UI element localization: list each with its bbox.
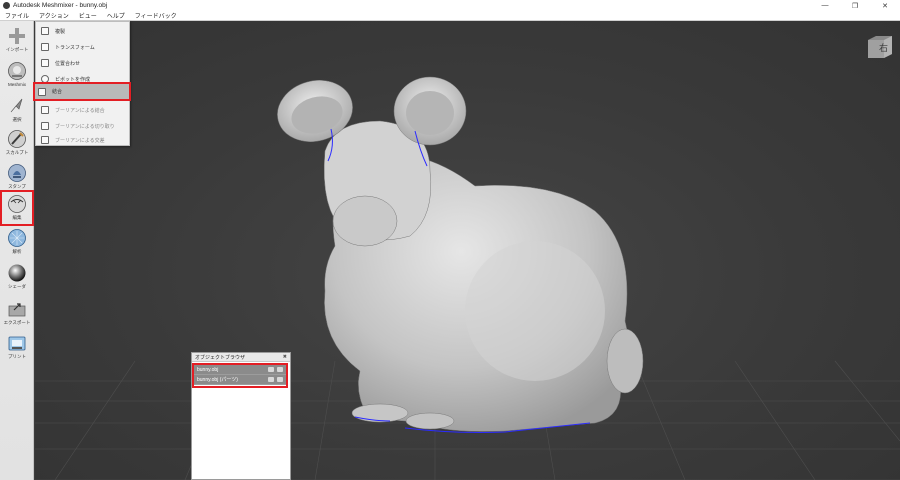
tool-shader-label: シェーダ: [8, 284, 26, 289]
menu-bar: ファイル アクション ビュー ヘルプ フィードバック: [0, 11, 900, 21]
menu-item-combine-label: 結合: [52, 89, 63, 95]
export-icon: [7, 299, 27, 319]
menu-item-align-label: 位置合わせ: [55, 60, 81, 67]
menu-item-duplicate[interactable]: 複製: [38, 23, 128, 39]
3d-viewport[interactable]: [35, 21, 900, 480]
title-bar: Autodesk Meshmixer - bunny.obj — ❐ ✕: [0, 0, 900, 11]
tool-shader[interactable]: シェーダ: [2, 261, 32, 293]
pivot-icon: [41, 75, 49, 83]
analysis-sphere-icon: [7, 228, 27, 248]
menu-item-boolean-difference-label: ブーリアンによる切り取り: [55, 123, 115, 130]
object-browser-title: オブジェクトブラウザ: [195, 354, 246, 361]
tool-edit-label: 編集: [12, 215, 22, 220]
object-browser-close-button[interactable]: ✖: [283, 354, 287, 360]
tool-print[interactable]: プリント: [2, 331, 32, 363]
shader-sphere-icon: [7, 263, 27, 283]
menu-help[interactable]: ヘルプ: [102, 11, 130, 20]
close-button[interactable]: ✕: [870, 0, 900, 11]
select-arrow-icon: [7, 96, 27, 116]
boolean-intersect-icon: [41, 136, 49, 144]
stamp-icon: [7, 163, 27, 183]
tool-import[interactable]: インポート: [2, 24, 32, 56]
boolean-union-icon: [41, 106, 49, 114]
menu-item-boolean-intersect[interactable]: ブーリアンによる交差: [38, 132, 128, 148]
left-toolbar: インポート Meshmix 選択 スカルプト スタンプ 編集 解析 シェーダ エ…: [0, 21, 34, 480]
object-name: bunny.obj: [197, 366, 219, 373]
tool-export[interactable]: エクスポート: [2, 297, 32, 329]
align-icon: [41, 59, 49, 67]
tool-analysis[interactable]: 解析: [2, 226, 32, 258]
menu-file[interactable]: ファイル: [0, 11, 34, 20]
menu-view[interactable]: ビュー: [74, 11, 102, 20]
eye-icon[interactable]: [277, 367, 283, 372]
boolean-difference-icon: [41, 122, 49, 130]
bunny-mesh: [277, 76, 644, 433]
tool-select[interactable]: 選択: [2, 94, 32, 126]
tool-sculpt-label: スカルプト: [5, 150, 29, 155]
maximize-button[interactable]: ❐: [840, 0, 870, 11]
view-cube[interactable]: 右: [866, 34, 894, 60]
menu-item-transform[interactable]: トランスフォーム: [38, 39, 128, 55]
menu-item-boolean-union[interactable]: ブーリアンによる結合: [38, 102, 128, 118]
viewport-canvas: [35, 76, 900, 480]
menu-item-combine[interactable]: 結合: [33, 82, 131, 101]
tool-export-label: エクスポート: [3, 320, 31, 325]
menu-item-create-pivot-label: ピボットを作成: [55, 76, 91, 83]
tool-analysis-label: 解析: [12, 249, 22, 254]
tool-import-label: インポート: [5, 47, 29, 52]
object-row-bunny[interactable]: bunny.obj: [194, 365, 286, 375]
minimize-button[interactable]: —: [810, 0, 840, 11]
window-title: Autodesk Meshmixer - bunny.obj: [13, 2, 108, 9]
lock-icon[interactable]: [268, 377, 274, 382]
transform-icon: [41, 43, 49, 51]
print-icon: [7, 333, 27, 353]
object-name: bunny.obj (パーツ): [197, 377, 238, 383]
view-cube-face-label: 右: [879, 43, 889, 53]
object-browser-header: オブジェクトブラウザ ✖: [192, 353, 290, 362]
menu-item-duplicate-label: 複製: [55, 28, 66, 35]
tool-sculpt[interactable]: スカルプト: [2, 127, 32, 159]
object-list: bunny.obj bunny.obj (パーツ): [192, 363, 288, 388]
menu-item-transform-label: トランスフォーム: [55, 44, 95, 51]
tool-stamp[interactable]: スタンプ: [2, 161, 32, 193]
menu-item-boolean-union-label: ブーリアンによる結合: [55, 107, 105, 114]
menu-item-boolean-intersect-label: ブーリアンによる交差: [55, 137, 105, 144]
tool-meshmix-label: Meshmix: [7, 82, 26, 87]
menu-item-align[interactable]: 位置合わせ: [38, 55, 128, 71]
combine-icon: [38, 87, 46, 96]
menu-action[interactable]: アクション: [34, 11, 74, 20]
edit-dropdown-menu: 複製 トランスフォーム 位置合わせ ピボットを作成 結合 ブーリアンによる結合 …: [33, 21, 131, 148]
tool-edit[interactable]: 編集: [0, 190, 34, 226]
meshmix-sphere-icon: [7, 61, 27, 81]
lock-icon[interactable]: [268, 367, 274, 372]
edit-sphere-icon: [7, 194, 27, 214]
object-row-bunny-part[interactable]: bunny.obj (パーツ): [194, 375, 286, 385]
plus-icon: [7, 26, 27, 46]
sculpt-brush-icon: [7, 129, 27, 149]
eye-icon[interactable]: [277, 377, 283, 382]
tool-print-label: プリント: [8, 354, 26, 359]
tool-select-label: 選択: [12, 117, 22, 122]
menu-feedback[interactable]: フィードバック: [130, 11, 182, 20]
app-logo-icon: [3, 2, 10, 9]
tool-meshmix[interactable]: Meshmix: [2, 59, 32, 91]
object-browser-panel: オブジェクトブラウザ ✖ bunny.obj bunny.obj (パーツ): [191, 352, 291, 480]
duplicate-icon: [41, 27, 49, 35]
tool-stamp-label: スタンプ: [8, 184, 26, 189]
